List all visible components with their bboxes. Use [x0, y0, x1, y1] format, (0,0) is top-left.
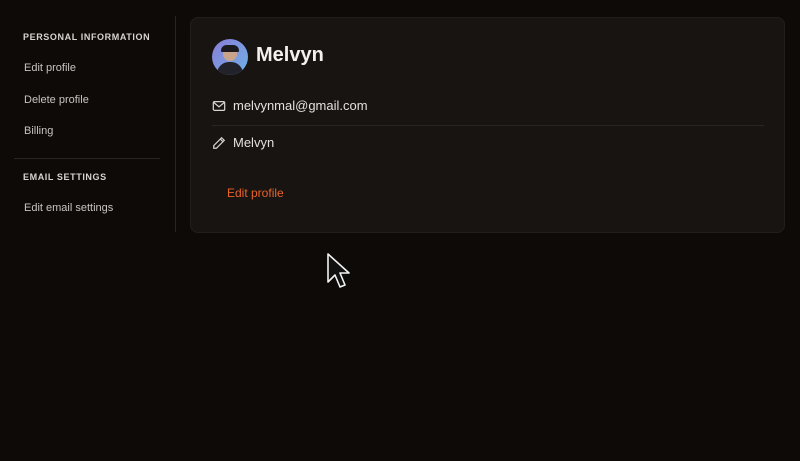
sidebar-item-billing[interactable]: Billing	[24, 125, 53, 137]
email-value: melvynmal@gmail.com	[233, 98, 368, 113]
email-settings-heading: EMAIL SETTINGS	[23, 172, 107, 182]
avatar	[212, 39, 248, 75]
sidebar-divider	[14, 158, 160, 159]
settings-sidebar: PERSONAL INFORMATION Edit profile Delete…	[0, 16, 176, 232]
sidebar-item-edit-email-settings[interactable]: Edit email settings	[24, 202, 113, 214]
mouse-cursor-icon	[327, 253, 350, 288]
row-divider	[212, 125, 764, 126]
personal-information-heading: PERSONAL INFORMATION	[23, 32, 151, 42]
sidebar-item-delete-profile[interactable]: Delete profile	[24, 94, 89, 106]
pencil-icon	[213, 136, 226, 149]
mail-icon	[212, 100, 226, 111]
app-root: PERSONAL INFORMATION Edit profile Delete…	[0, 0, 800, 461]
edit-profile-link[interactable]: Edit profile	[227, 186, 284, 200]
profile-card: Melvyn melvynmal@gmail.com Melvyn Edit p…	[190, 17, 785, 233]
sidebar-item-edit-profile[interactable]: Edit profile	[24, 62, 76, 74]
profile-name: Melvyn	[256, 44, 324, 66]
email-row: melvynmal@gmail.com	[212, 98, 368, 113]
display-name-value: Melvyn	[233, 135, 275, 150]
name-row: Melvyn	[212, 135, 274, 150]
